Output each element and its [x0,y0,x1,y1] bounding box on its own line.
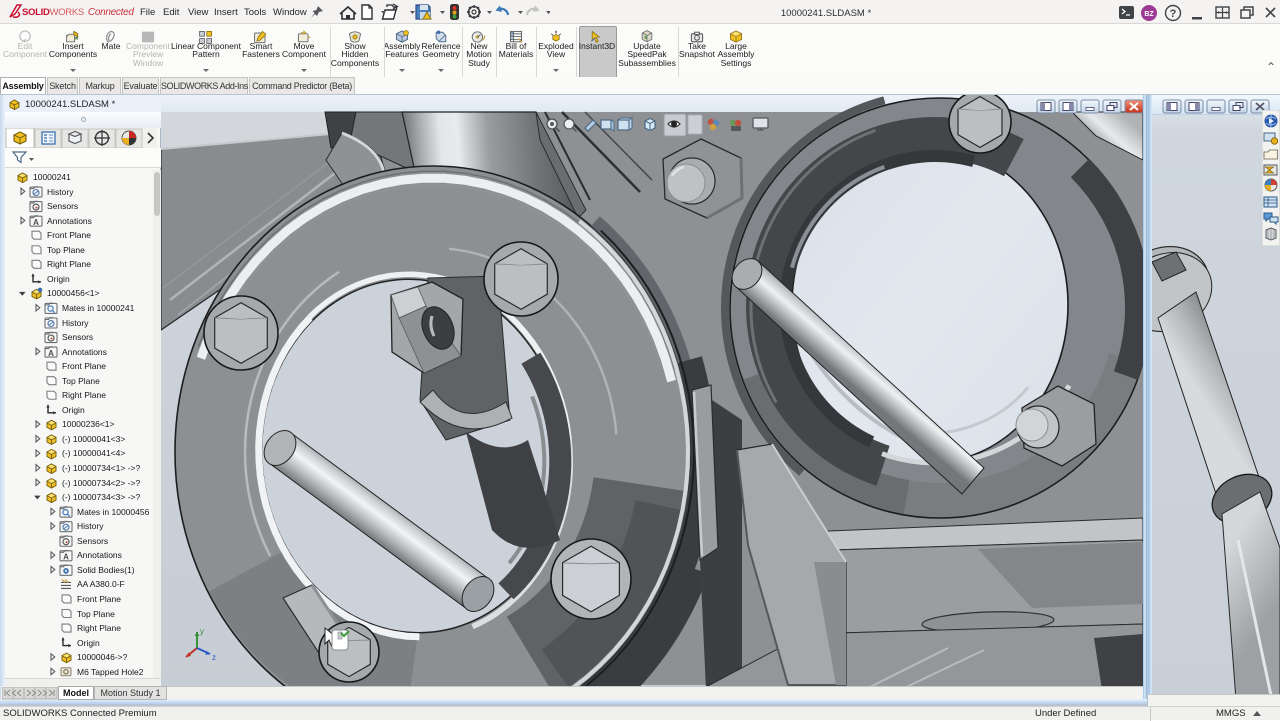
svg-text:A: A [33,218,39,227]
svg-text:A: A [63,553,69,562]
svg-text:?: ? [1170,8,1177,20]
svg-text:z: z [212,653,216,662]
svg-text:A: A [48,349,54,358]
svg-text:y: y [200,627,204,636]
svg-text:BZ: BZ [1144,11,1154,18]
